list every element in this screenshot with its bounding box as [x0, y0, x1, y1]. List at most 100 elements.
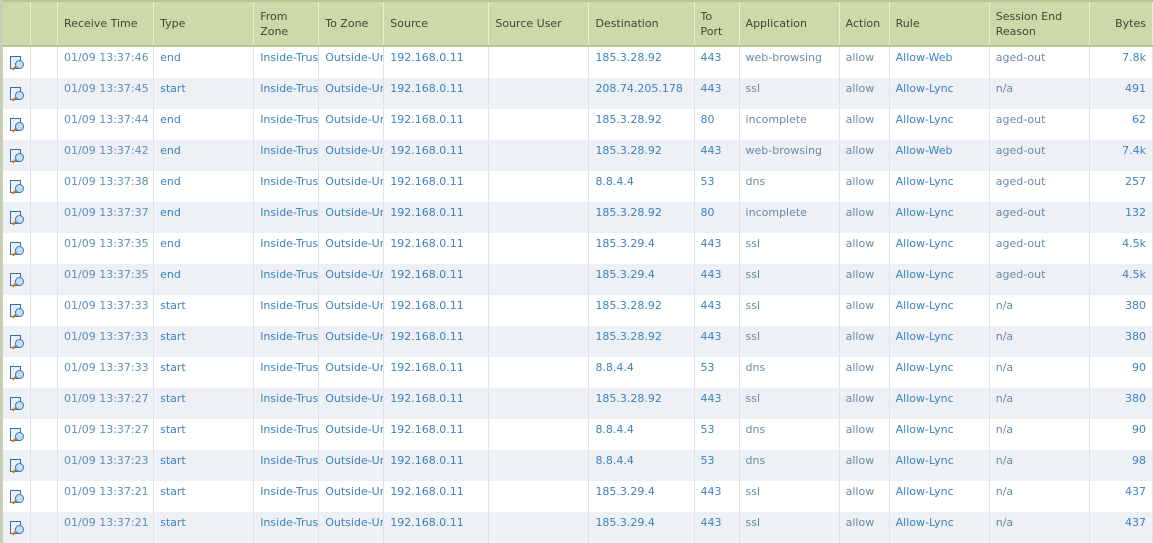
table-row[interactable]: 01/09 13:37:35 end Inside-Trust Outside-Unt…	[1, 233, 1153, 264]
application-value[interactable]: web-browsing	[746, 47, 833, 63]
detailed-log-view-icon[interactable]	[9, 241, 25, 262]
receive-time-value[interactable]: 01/09 13:37:44	[64, 109, 149, 125]
detail-cell[interactable]	[1, 171, 32, 202]
column-header-blank[interactable]	[30, 0, 59, 47]
type-value[interactable]: end	[160, 202, 247, 218]
from-zone-value[interactable]: Inside-Trust	[260, 78, 318, 94]
source-value[interactable]: 192.168.0.11	[390, 388, 482, 404]
receive-time-value[interactable]: 01/09 13:37:33	[64, 295, 149, 311]
rule-value[interactable]: Allow-Lync	[896, 357, 983, 373]
column-header-session-end-reason[interactable]: Session End Reason	[989, 0, 1090, 47]
rule-value[interactable]: Allow-Lync	[896, 295, 983, 311]
detail-cell[interactable]	[1, 233, 32, 264]
detailed-log-view-icon[interactable]	[9, 55, 25, 76]
type-value[interactable]: start	[160, 481, 247, 497]
application-value[interactable]: ssl	[746, 326, 833, 342]
detailed-log-view-icon[interactable]	[9, 86, 25, 107]
rule-value[interactable]: Allow-Lync	[896, 512, 983, 528]
detail-cell[interactable]	[1, 264, 32, 295]
rule-value[interactable]: Allow-Lync	[896, 264, 983, 280]
to-zone-value[interactable]: Outside-Untrust	[325, 450, 383, 466]
source-value[interactable]: 192.168.0.11	[390, 357, 482, 373]
to-port-value[interactable]: 80	[701, 202, 733, 218]
application-value[interactable]: dns	[746, 419, 833, 435]
destination-value[interactable]: 185.3.28.92	[595, 47, 687, 63]
bytes-value[interactable]: 380	[1096, 388, 1146, 404]
column-header-type[interactable]: Type	[153, 0, 255, 47]
bytes-value[interactable]: 437	[1096, 481, 1146, 497]
destination-value[interactable]: 185.3.28.92	[595, 326, 687, 342]
type-value[interactable]: end	[160, 140, 247, 156]
receive-time-value[interactable]: 01/09 13:37:35	[64, 233, 149, 249]
rule-value[interactable]: Allow-Lync	[896, 481, 983, 497]
to-zone-value[interactable]: Outside-Untrust	[325, 47, 383, 63]
bytes-value[interactable]: 90	[1096, 357, 1146, 373]
rule-value[interactable]: Allow-Lync	[896, 78, 983, 94]
application-value[interactable]: ssl	[746, 78, 833, 94]
detail-cell[interactable]	[1, 202, 32, 233]
to-zone-value[interactable]: Outside-Untrust	[325, 295, 383, 311]
to-zone-value[interactable]: Outside-Untrust	[325, 109, 383, 125]
rule-value[interactable]: Allow-Lync	[896, 171, 983, 187]
destination-value[interactable]: 8.8.4.4	[595, 171, 687, 187]
detailed-log-view-icon[interactable]	[9, 148, 25, 169]
source-value[interactable]: 192.168.0.11	[390, 512, 482, 528]
application-value[interactable]: ssl	[746, 264, 833, 280]
table-row[interactable]: 01/09 13:37:27 start Inside-Trust Outside-U…	[1, 419, 1153, 450]
destination-value[interactable]: 185.3.28.92	[595, 295, 687, 311]
source-value[interactable]: 192.168.0.11	[390, 481, 482, 497]
rule-value[interactable]: Allow-Lync	[896, 388, 983, 404]
source-value[interactable]: 192.168.0.11	[390, 264, 482, 280]
table-row[interactable]: 01/09 13:37:33 start Inside-Trust Outside-U…	[1, 357, 1153, 388]
receive-time-value[interactable]: 01/09 13:37:37	[64, 202, 149, 218]
to-zone-value[interactable]: Outside-Untrust	[325, 264, 383, 280]
source-value[interactable]: 192.168.0.11	[390, 171, 482, 187]
detail-cell[interactable]	[1, 419, 32, 450]
bytes-value[interactable]: 98	[1096, 450, 1146, 466]
receive-time-value[interactable]: 01/09 13:37:42	[64, 140, 149, 156]
detail-cell[interactable]	[1, 78, 32, 109]
from-zone-value[interactable]: Inside-Trust	[260, 202, 318, 218]
column-header-application[interactable]: Application	[739, 0, 840, 47]
type-value[interactable]: start	[160, 388, 247, 404]
rule-value[interactable]: Allow-Web	[896, 47, 983, 63]
detailed-log-view-icon[interactable]	[9, 396, 25, 417]
bytes-value[interactable]: 4.5k	[1096, 233, 1146, 249]
detailed-log-view-icon[interactable]	[9, 303, 25, 324]
from-zone-value[interactable]: Inside-Trust	[260, 264, 318, 280]
from-zone-value[interactable]: Inside-Trust	[260, 109, 318, 125]
from-zone-value[interactable]: Inside-Trust	[260, 295, 318, 311]
detailed-log-view-icon[interactable]	[9, 365, 25, 386]
from-zone-value[interactable]: Inside-Trust	[260, 171, 318, 187]
destination-value[interactable]: 185.3.28.92	[595, 140, 687, 156]
table-row[interactable]: 01/09 13:37:21 start Inside-Trust Outside-U…	[1, 512, 1153, 543]
to-zone-value[interactable]: Outside-Untrust	[325, 326, 383, 342]
destination-value[interactable]: 8.8.4.4	[595, 450, 687, 466]
to-zone-value[interactable]: Outside-Untrust	[325, 481, 383, 497]
to-port-value[interactable]: 443	[701, 326, 733, 342]
type-value[interactable]: end	[160, 171, 247, 187]
detailed-log-view-icon[interactable]	[9, 334, 25, 355]
table-row[interactable]: 01/09 13:37:45 start Inside-Trust Outside-U…	[1, 78, 1153, 109]
rule-value[interactable]: Allow-Lync	[896, 450, 983, 466]
source-value[interactable]: 192.168.0.11	[390, 140, 482, 156]
column-header-source[interactable]: Source	[383, 0, 490, 47]
destination-value[interactable]: 208.74.205.178	[595, 78, 687, 94]
application-value[interactable]: ssl	[746, 233, 833, 249]
detailed-log-view-icon[interactable]	[9, 489, 25, 510]
table-row[interactable]: 01/09 13:37:27 start Inside-Trust Outside-U…	[1, 388, 1153, 419]
destination-value[interactable]: 185.3.28.92	[595, 109, 687, 125]
source-value[interactable]: 192.168.0.11	[390, 295, 482, 311]
to-port-value[interactable]: 53	[701, 450, 733, 466]
bytes-value[interactable]: 7.4k	[1096, 140, 1146, 156]
source-value[interactable]: 192.168.0.11	[390, 109, 482, 125]
application-value[interactable]: dns	[746, 357, 833, 373]
column-header-to-zone[interactable]: To Zone	[318, 0, 385, 47]
table-row[interactable]: 01/09 13:37:33 start Inside-Trust Outside-U…	[1, 326, 1153, 357]
detail-cell[interactable]	[1, 140, 32, 171]
type-value[interactable]: end	[160, 233, 247, 249]
to-zone-value[interactable]: Outside-Untrust	[325, 171, 383, 187]
receive-time-value[interactable]: 01/09 13:37:38	[64, 171, 149, 187]
column-header-to-port[interactable]: To Port	[694, 0, 740, 47]
type-value[interactable]: start	[160, 78, 247, 94]
